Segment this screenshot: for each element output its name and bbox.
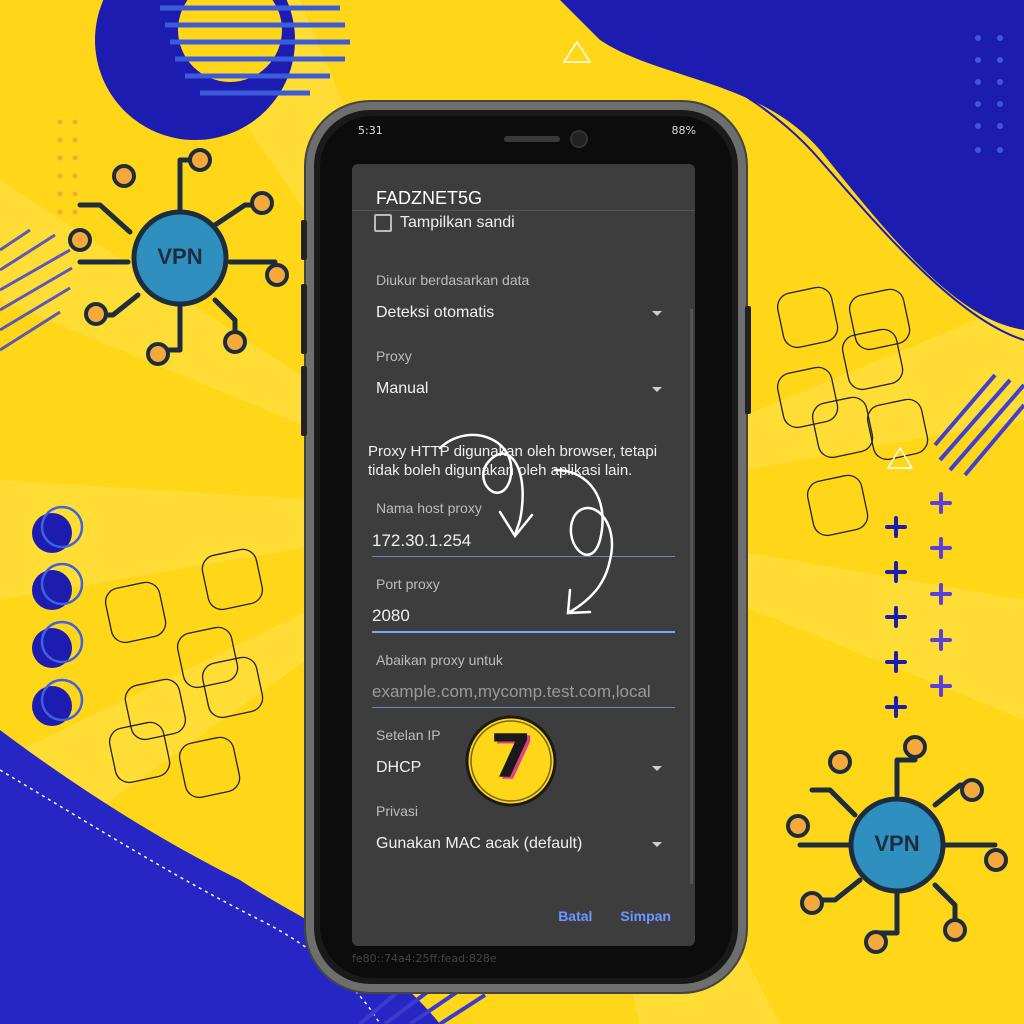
vpn-badge-bottom-right: VPN [874, 831, 920, 856]
proxy-value: Manual [376, 380, 429, 397]
step-number: 7 [490, 722, 532, 792]
proxy-port-input[interactable]: 2080 [372, 601, 675, 633]
privacy-dropdown[interactable]: Gunakan MAC acak (default) [376, 830, 666, 858]
privacy-value: Gunakan MAC acak (default) [376, 835, 583, 852]
show-password-label: Tampilkan sandi [400, 214, 515, 231]
title-divider [352, 210, 695, 211]
power-button [745, 306, 751, 414]
caret-down-icon [652, 841, 662, 847]
ip-settings-value: DHCP [376, 759, 422, 776]
status-time: 5:31 [358, 124, 383, 137]
show-password-row[interactable]: Tampilkan sandi [374, 214, 515, 232]
bypass-placeholder: example.com,mycomp.test.com,local [372, 682, 651, 701]
volume-up-button [301, 220, 307, 260]
proxy-host-value: 172.30.1.254 [372, 531, 472, 550]
battery-level: 88% [671, 124, 696, 137]
proxy-port-value: 2080 [372, 606, 410, 625]
caret-down-icon [652, 765, 662, 771]
privacy-label: Privasi [376, 803, 419, 819]
show-password-checkbox[interactable] [374, 214, 392, 232]
proxy-dropdown[interactable]: Manual [376, 375, 666, 403]
wifi-network-dialog: FADZNET5G Tampilkan sandi Diukur berdasa… [352, 164, 695, 946]
caret-down-icon [652, 386, 662, 392]
network-name-title: FADZNET5G [376, 188, 483, 208]
volume-down-button [301, 284, 307, 354]
save-button[interactable]: Simpan [620, 908, 671, 924]
proxy-label: Proxy [376, 348, 412, 364]
speaker-grille [504, 136, 560, 142]
dialog-scrollbar[interactable] [690, 309, 693, 884]
proxy-host-input[interactable]: 172.30.1.254 [372, 526, 675, 557]
proxy-note: Proxy HTTP digunakan oleh browser, tetap… [368, 443, 658, 479]
vpn-badge-top-left: VPN [157, 244, 203, 269]
metered-value: Deteksi otomatis [376, 304, 495, 321]
proxy-port-label: Port proxy [376, 576, 440, 592]
metered-dropdown[interactable]: Deteksi otomatis [376, 299, 666, 327]
dialog-actions: Batal Simpan [558, 908, 671, 924]
bypass-label: Abaikan proxy untuk [376, 652, 503, 668]
bypass-input[interactable]: example.com,mycomp.test.com,local [372, 677, 675, 708]
metered-label: Diukur berdasarkan data [376, 272, 530, 288]
caret-down-icon [652, 310, 662, 316]
ip-settings-label: Setelan IP [376, 727, 441, 743]
proxy-host-label: Nama host proxy [376, 500, 482, 516]
cancel-button[interactable]: Batal [558, 908, 592, 924]
bixby-button [301, 366, 307, 436]
front-camera [572, 132, 586, 146]
mac-address-text: fe80::74a4:25ff:fead:828e [352, 952, 497, 965]
